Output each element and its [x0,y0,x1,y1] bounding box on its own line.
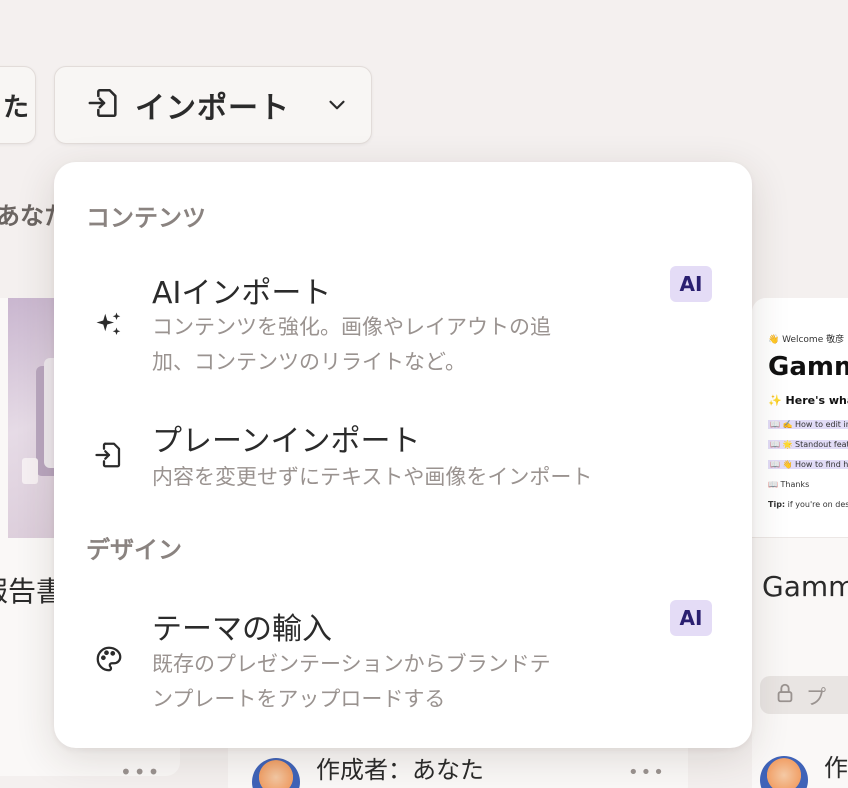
thumbnail-tip-label: Tip: [768,500,786,509]
sparkles-icon [94,310,124,340]
thumbnail-item: 📖 👋 How to find help [768,460,848,469]
card-author: 作成者：あなた [316,756,484,784]
more-options-icon[interactable]: ••• [120,760,161,776]
avatar [252,758,300,788]
avatar [760,756,808,788]
menu-group-design: デザイン [86,536,182,564]
ai-badge: AI [670,266,712,302]
menu-item-description: 加、コンテンツのリライトなど。 [152,350,466,374]
card-title: Gamm [762,570,848,603]
access-label: プ [806,684,826,709]
thumbnail-item-text: 📖 🌟 Standout features [768,440,848,449]
ai-badge: AI [670,600,712,636]
menu-item-description: ンプレートをアップロードする [152,687,446,711]
thumbnail-item-text: 📖 👋 How to find help [768,460,848,469]
thumbnail-welcome: 👋 Welcome 敬彦 [768,335,845,345]
palette-icon [94,644,124,674]
card-thumbnail: 👋 Welcome 敬彦 Gamma ✨ Here's what 📖 ✍️ Ho… [752,298,848,538]
import-icon [94,440,124,470]
menu-item-title: AIインポート [152,276,332,311]
chevron-down-icon [324,92,350,118]
thumbnail-tip: Tip: if you're on desktop [768,500,848,509]
card-author: 作 [824,754,848,782]
thumbnail-item: 📖 🌟 Standout features [768,440,848,449]
previous-button-label: た [2,92,29,123]
lock-icon [774,682,796,709]
thumbnail-tip-text: if you're on desktop [787,500,848,509]
import-icon [87,86,121,124]
thumbnail-item-text: 📖 Thanks [768,480,810,489]
thumbnail-cup [22,458,38,484]
menu-item-description: 内容を変更せずにテキストや画像をインポート [152,465,593,489]
access-badge: プ [760,676,848,714]
menu-group-content: コンテンツ [86,204,206,232]
more-options-icon[interactable]: ••• [628,762,666,783]
thumbnail-title: Gamma [768,352,848,382]
menu-item-plain-import[interactable]: プレーンインポート 内容を変更せずにテキストや画像をインポート [54,410,752,500]
thumbnail-heading: ✨ Here's what [768,394,848,407]
menu-item-description: コンテンツを強化。画像やレイアウトの追 [152,315,551,339]
import-dropdown-menu: コンテンツ AIインポート コンテンツを強化。画像やレイアウトの追 加、コンテン… [54,162,752,748]
menu-item-title: プレーンインポート [152,424,421,459]
presentation-card[interactable]: 👋 Welcome 敬彦 Gamma ✨ Here's what 📖 ✍️ Ho… [752,298,848,788]
menu-item-theme-import[interactable]: テーマの輸入 既存のプレゼンテーションからブランドテ ンプレートをアップロードす… [54,592,752,722]
menu-item-ai-import[interactable]: AIインポート コンテンツを強化。画像やレイアウトの追 加、コンテンツのリライト… [54,258,752,388]
thumbnail-item-text: 📖 ✍️ How to edit in Gam [768,420,848,429]
import-button-label: インポート [135,91,290,126]
import-dropdown-button[interactable]: インポート [54,66,372,144]
previous-toolbar-button[interactable]: た [0,66,36,144]
menu-item-title: テーマの輸入 [152,612,332,647]
thumbnail-item: 📖 ✍️ How to edit in Gam [768,420,848,429]
thumbnail-item: 📖 Thanks [768,480,809,489]
menu-item-description: 既存のプレゼンテーションからブランドテ [152,652,551,676]
